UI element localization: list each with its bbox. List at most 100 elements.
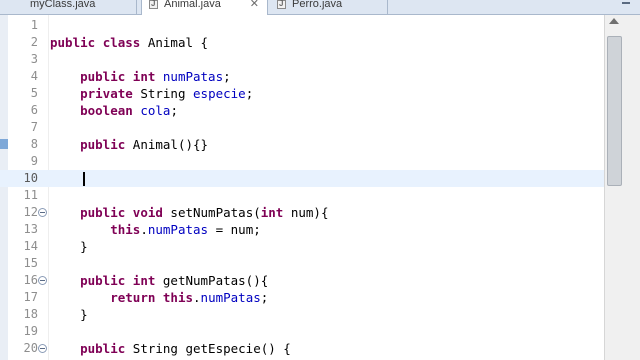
keyword-token: boolean [80,103,133,118]
field-token: numPatas [162,69,224,84]
code-line[interactable]: 7 [0,119,640,136]
line-number: 3 [30,52,38,66]
fold-collapse-icon[interactable] [38,208,47,217]
code-token: ; [260,290,269,305]
code-token: ; [223,69,231,84]
line-number: 9 [30,154,38,168]
keyword-token: this [110,222,141,237]
line-number: 15 [23,256,38,270]
code-line[interactable]: 8 public Animal(){} [0,136,640,153]
tab-label: Animal.java [164,0,221,10]
keyword-token: public [80,137,126,152]
code-line[interactable]: 9 [0,153,640,170]
code-text: } [50,238,88,255]
keyword-token: public [50,35,96,50]
keyword-token: private [80,86,133,101]
keyword-token: this [162,290,194,305]
code-line[interactable]: 2 public class Animal { [0,34,640,51]
close-icon[interactable]: ✕ [250,0,259,9]
scroll-up-icon[interactable] [609,18,619,24]
code-text: return this.numPatas; [50,289,268,306]
line-number: 13 [23,222,38,236]
keyword-token: return [110,290,156,305]
line-number: 8 [30,137,38,151]
line-number: 20 [23,341,38,355]
code-token: getNumPatas(){ [155,273,269,288]
code-line[interactable]: 19 [0,323,640,340]
code-text: public class Animal { [50,34,208,51]
tab-perro-java[interactable]: Perro.java [270,0,388,14]
keyword-token: class [102,35,141,50]
code-line[interactable]: 17 return this.numPatas; [0,289,640,306]
code-line[interactable]: 12 public void setNumPatas(int num){ [0,204,640,221]
code-text: this.numPatas = num; [50,221,261,238]
field-token: numPatas [200,290,261,305]
line-number: 5 [30,86,38,100]
code-line[interactable]: 3 [0,51,640,68]
field-token: especie [193,86,246,101]
code-token: } [50,307,88,322]
keyword-token: public [80,273,126,288]
line-number: 19 [23,324,38,338]
keyword-token: int [132,273,156,288]
java-file-icon [277,0,286,9]
field-token: cola [140,103,171,118]
line-number: 10 [23,171,38,185]
code-line[interactable]: 14 } [0,238,640,255]
line-number: 7 [30,120,38,134]
code-line[interactable]: 13 this.numPatas = num; [0,221,640,238]
tab-animal-java[interactable]: Animal.java ✕ [141,0,268,15]
scrollbar-thumb[interactable] [607,36,622,186]
keyword-token: int [132,69,156,84]
fold-collapse-icon[interactable] [38,276,47,285]
keyword-token: public [80,69,126,84]
code-token: Animal(){} [125,137,209,152]
code-token: = num; [208,222,261,237]
code-token: . [193,290,201,305]
minimize-icon[interactable] [622,2,630,4]
code-text: public void setNumPatas(int num){ [50,204,328,221]
keyword-token: int [260,205,284,220]
code-line[interactable]: 10 [0,170,640,187]
code-line[interactable]: 16 public int getNumPatas(){ [0,272,640,289]
code-token: num){ [283,205,329,220]
code-token: ; [245,86,254,101]
code-line[interactable]: 6 boolean cola; [0,102,640,119]
code-line[interactable]: 20 public String getEspecie() { [0,340,640,357]
fold-collapse-icon[interactable] [38,344,47,353]
code-text: boolean cola; [50,102,178,119]
code-editor[interactable]: myClass.java Animal.java ✕ Perro.java 12… [0,0,640,360]
code-text: public int getNumPatas(){ [50,272,268,289]
code-token: setNumPatas( [162,205,261,220]
code-line[interactable]: 11 [0,187,640,204]
line-number: 18 [23,307,38,321]
code-line[interactable]: 5 private String especie; [0,85,640,102]
editor-tab-bar: myClass.java Animal.java ✕ Perro.java [0,0,640,15]
java-file-icon [149,0,158,9]
line-number: 12 [23,205,38,219]
tab-myclass-java[interactable]: myClass.java [0,0,137,14]
code-token: String [132,86,194,101]
code-text: public String getEspecie() { [50,340,291,357]
keyword-token: public [80,205,126,220]
code-line[interactable]: 15 [0,255,640,272]
code-line[interactable]: 1 [0,17,640,34]
code-line[interactable]: 18 } [0,306,640,323]
code-line[interactable]: 4 public int numPatas; [0,68,640,85]
tab-label: myClass.java [30,0,96,10]
tab-label: Perro.java [292,0,343,10]
line-number: 6 [30,103,38,117]
